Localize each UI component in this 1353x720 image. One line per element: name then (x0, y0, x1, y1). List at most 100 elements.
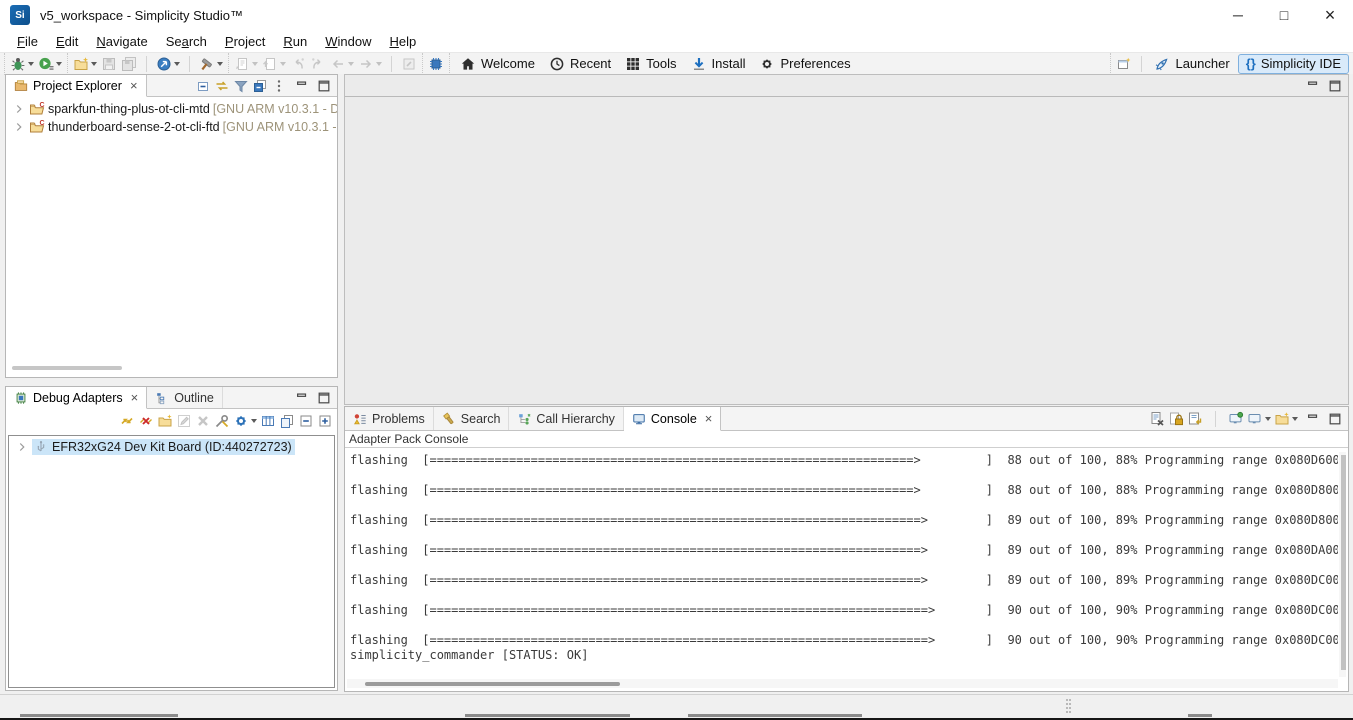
filter-icon[interactable] (233, 78, 249, 94)
outline-icon (155, 391, 169, 405)
tools-button[interactable]: Tools (618, 54, 683, 74)
collapse-all-button[interactable] (298, 413, 314, 429)
minimize-view-button[interactable] (295, 391, 309, 405)
packages-icon[interactable] (252, 78, 268, 94)
maximize-view-button[interactable] (317, 391, 331, 405)
update-software-button[interactable] (154, 54, 182, 74)
pin-console-button[interactable] (1228, 411, 1244, 427)
chevron-right-icon[interactable] (12, 120, 26, 134)
maximize-view-button[interactable] (1328, 412, 1342, 426)
connect-button[interactable] (119, 413, 135, 429)
run-button[interactable] (36, 54, 64, 74)
maximize-view-button[interactable] (317, 79, 331, 93)
table-columns-button[interactable] (260, 413, 276, 429)
vertical-scrollbar-thumb[interactable] (1341, 455, 1346, 670)
menu-window[interactable]: Window (316, 32, 380, 51)
word-wrap-button[interactable] (1187, 411, 1203, 427)
dropdown-arrow-icon[interactable] (251, 419, 257, 423)
adapter-settings-button[interactable] (233, 413, 257, 429)
open-console-button[interactable] (1274, 411, 1298, 427)
maximize-button[interactable]: □ (1261, 0, 1307, 30)
preferences-button[interactable]: Preferences (752, 54, 857, 74)
perspective-simplicity-ide-button[interactable]: {} Simplicity IDE (1238, 54, 1349, 74)
maximize-view-button[interactable] (1328, 79, 1342, 93)
problems-icon (353, 412, 367, 426)
tree-row-efr32-board[interactable]: EFR32xG24 Dev Kit Board (ID:440272723) (9, 438, 334, 456)
tab-debug-adapters[interactable]: Debug Adapters × (6, 387, 147, 409)
trim-drag-handle[interactable] (1066, 699, 1071, 713)
menu-project[interactable]: Project (216, 32, 274, 51)
download-icon (691, 56, 707, 72)
svg-text:C: C (40, 120, 45, 127)
perspective-launcher-button[interactable]: Launcher (1146, 54, 1237, 74)
close-button[interactable]: × (1307, 0, 1353, 30)
tree-row-sparkfun[interactable]: C sparkfun-thing-plus-ot-cli-mtd [GNU AR… (6, 100, 337, 118)
update-icon (156, 56, 172, 72)
menu-search[interactable]: Search (157, 32, 216, 51)
menu-navigate[interactable]: Navigate (87, 32, 156, 51)
scroll-lock-button[interactable] (1168, 411, 1184, 427)
save-all-icon (121, 56, 137, 72)
close-tab-icon[interactable]: × (705, 411, 713, 426)
chevron-right-icon[interactable] (15, 440, 29, 454)
menu-run[interactable]: Run (274, 32, 316, 51)
tab-problems[interactable]: Problems (345, 407, 434, 430)
menu-edit[interactable]: Edit (47, 32, 87, 51)
dropdown-arrow-icon[interactable] (1292, 417, 1298, 421)
tree-row-thunderboard[interactable]: C thunderboard-sense-2-ot-cli-ftd [GNU A… (6, 118, 337, 136)
install-button[interactable]: Install (684, 54, 753, 74)
dropdown-arrow-icon[interactable] (28, 62, 34, 66)
view-menu-icon[interactable] (271, 78, 287, 94)
build-button[interactable] (197, 54, 225, 74)
dropdown-arrow-icon[interactable] (174, 62, 180, 66)
tab-search[interactable]: Search (434, 407, 510, 430)
minimize-view-button[interactable] (1306, 412, 1320, 426)
minimize-view-button[interactable] (295, 79, 309, 93)
minimize-view-button[interactable] (1306, 79, 1320, 93)
open-perspective-button[interactable] (1114, 54, 1134, 74)
dropdown-arrow-icon (252, 62, 258, 66)
forward-arrow-icon (358, 56, 374, 72)
horizontal-scrollbar-thumb[interactable] (365, 682, 620, 686)
chevron-right-icon[interactable] (12, 102, 26, 116)
tab-project-explorer[interactable]: Project Explorer × (6, 75, 147, 97)
close-tab-icon[interactable]: × (130, 78, 138, 93)
recent-button[interactable]: Recent (542, 54, 618, 74)
expand-all-button[interactable] (317, 413, 333, 429)
new-group-button[interactable] (157, 413, 173, 429)
menu-file[interactable]: File (8, 32, 47, 51)
tab-call-hierarchy[interactable]: Call Hierarchy (509, 407, 624, 430)
adapter-tools-button[interactable] (214, 413, 230, 429)
close-tab-icon[interactable]: × (131, 390, 139, 405)
display-console-button[interactable] (1247, 411, 1271, 427)
disconnect-button[interactable] (138, 413, 154, 429)
link-with-editor-icon[interactable] (214, 78, 230, 94)
dropdown-arrow-icon[interactable] (56, 62, 62, 66)
back-button (328, 54, 356, 74)
dropdown-arrow-icon[interactable] (1265, 417, 1271, 421)
welcome-button[interactable]: Welcome (453, 54, 542, 74)
collapse-all-button[interactable] (195, 78, 211, 94)
clear-console-button[interactable] (1149, 411, 1165, 427)
home-icon (460, 56, 476, 72)
new-wizard-button[interactable] (71, 54, 99, 74)
minimize-button[interactable]: ─ (1215, 0, 1261, 30)
selected-adapter[interactable]: EFR32xG24 Dev Kit Board (ID:440272723) (32, 439, 295, 455)
project-explorer-icon (14, 79, 28, 93)
tab-outline[interactable]: Outline (147, 387, 223, 408)
edit-location-icon (234, 56, 250, 72)
menu-help[interactable]: Help (380, 32, 425, 51)
tab-console[interactable]: Console × (624, 407, 721, 431)
dropdown-arrow-icon (376, 62, 382, 66)
dropdown-arrow-icon[interactable] (91, 62, 97, 66)
open-perspective-icon (1116, 56, 1132, 72)
c-project-folder-icon: C (29, 101, 45, 117)
svg-text:C: C (40, 102, 45, 109)
dropdown-arrow-icon[interactable] (217, 62, 223, 66)
console-output[interactable]: flashing [==============================… (346, 451, 1338, 677)
horizontal-scrollbar[interactable] (12, 366, 122, 370)
flash-programmer-button[interactable] (426, 54, 446, 74)
debug-button[interactable] (8, 54, 36, 74)
copy-view-button[interactable] (279, 413, 295, 429)
menubar: File Edit Navigate Search Project Run Wi… (0, 30, 1353, 52)
